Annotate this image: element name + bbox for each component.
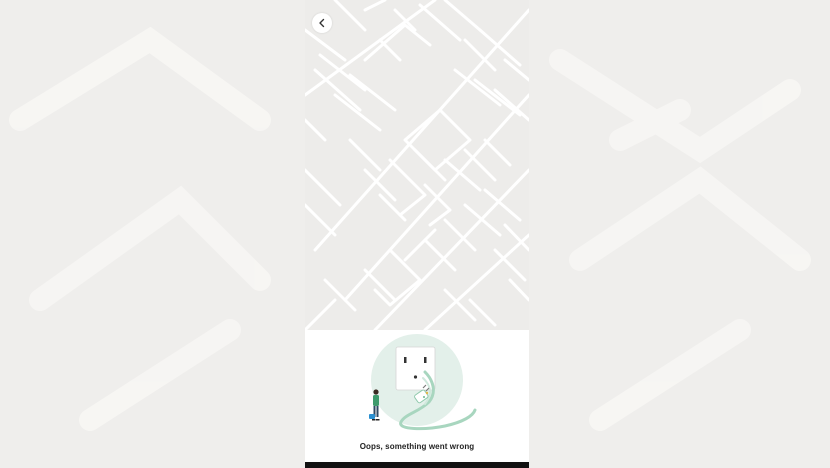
error-sheet: Oops, something went wrong [305, 330, 529, 462]
bottom-bar [305, 462, 529, 468]
wall-outlet-icon [395, 346, 436, 391]
unplugged-illustration [369, 334, 477, 431]
back-button[interactable] [312, 13, 332, 33]
phone-screen: Oops, something went wrong [305, 0, 529, 468]
map-view[interactable] [305, 0, 529, 332]
error-message: Oops, something went wrong [359, 442, 475, 451]
chevron-left-icon [319, 18, 325, 28]
street-map [305, 0, 529, 332]
